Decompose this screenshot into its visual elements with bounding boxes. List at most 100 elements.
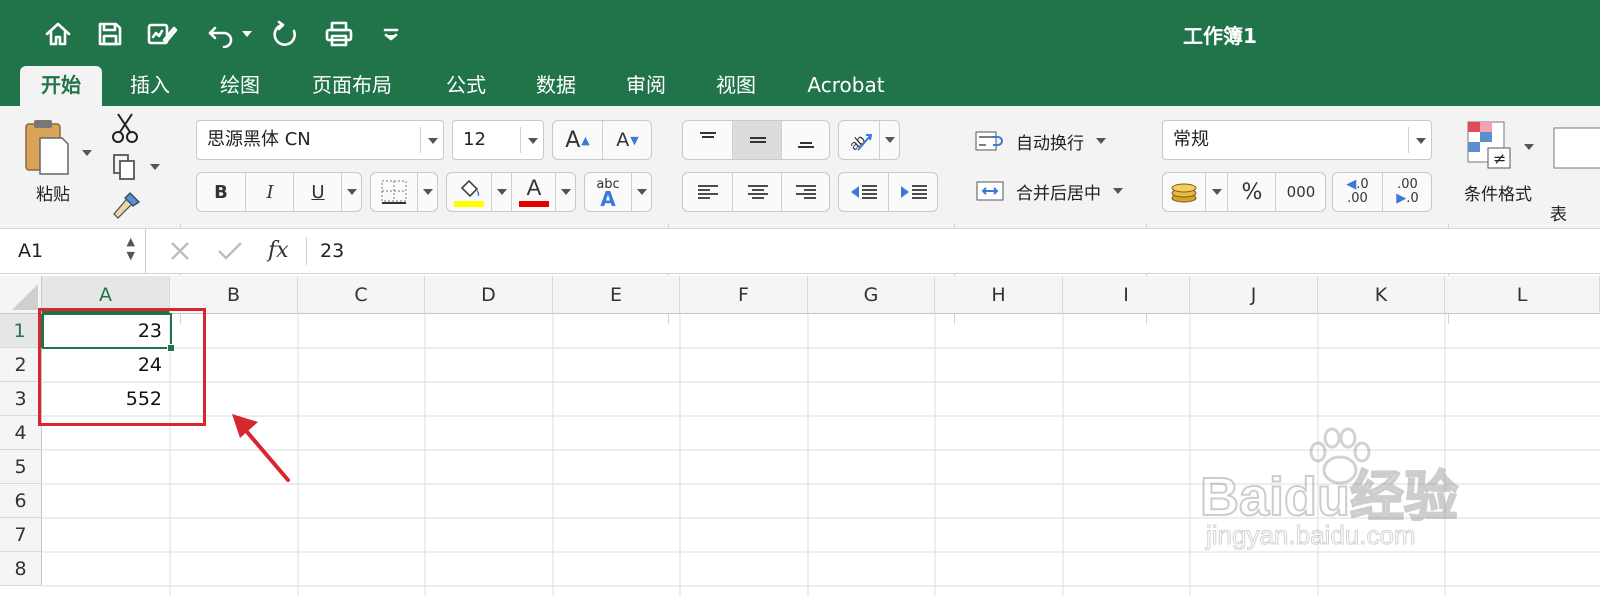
print-icon[interactable]	[320, 16, 358, 52]
formula-input[interactable]: 23	[320, 229, 1580, 273]
vertical-align-group	[682, 120, 830, 160]
column-header-h[interactable]: H	[935, 276, 1063, 314]
align-right-icon[interactable]	[781, 173, 830, 211]
orientation-icon: ab	[839, 121, 879, 159]
decrease-decimal-button[interactable]: .00 ▶.0	[1382, 173, 1432, 211]
conditional-format-label: 条件格式	[1464, 185, 1532, 205]
row-header-3[interactable]: 3	[0, 382, 42, 416]
row-header-5[interactable]: 5	[0, 450, 42, 484]
horizontal-align-group	[682, 172, 830, 212]
column-header-l[interactable]: L	[1445, 276, 1600, 314]
edit-icon[interactable]	[142, 16, 182, 52]
redo-icon[interactable]	[266, 16, 304, 52]
worksheet-grid[interactable]: A B C D E F G H I J K L 1 2 3 4 5 6 7 8 …	[0, 276, 1600, 596]
decrease-font-size-button[interactable]: A ▼	[602, 121, 652, 159]
comma-style-button[interactable]: 000	[1275, 173, 1326, 211]
align-bottom-icon[interactable]	[781, 121, 830, 159]
column-header-f[interactable]: F	[680, 276, 808, 314]
increase-font-size-button[interactable]: A ▲	[553, 121, 602, 159]
format-as-table-icon[interactable]	[1552, 126, 1600, 170]
tab-view[interactable]: 视图	[704, 66, 768, 106]
tab-insert[interactable]: 插入	[118, 66, 182, 106]
chevron-down-icon[interactable]	[1205, 173, 1228, 211]
row-header-4[interactable]: 4	[0, 416, 42, 450]
paste-label: 粘贴	[36, 185, 70, 205]
chevron-down-icon[interactable]	[491, 173, 512, 211]
column-header-e[interactable]: E	[553, 276, 680, 314]
column-header-d[interactable]: D	[425, 276, 553, 314]
column-header-i[interactable]: I	[1063, 276, 1190, 314]
customize-icon[interactable]	[378, 16, 404, 52]
increase-decimal-a: .0	[1356, 177, 1369, 192]
tab-data[interactable]: 数据	[524, 66, 588, 106]
chevron-down-icon[interactable]	[631, 173, 652, 211]
tab-review[interactable]: 审阅	[614, 66, 678, 106]
row-header-1[interactable]: 1	[0, 314, 42, 348]
color-group: A	[446, 172, 576, 212]
underline-button[interactable]: U	[293, 173, 342, 211]
font-size-group: A ▲ A ▼	[552, 120, 652, 160]
merge-center-button[interactable]: 合并后居中	[974, 176, 1134, 206]
chevron-down-icon[interactable]	[520, 127, 543, 153]
highlight-box	[38, 308, 206, 426]
name-box-stepper-icon[interactable]: ▲ ▼	[127, 235, 135, 263]
row-header-8[interactable]: 8	[0, 552, 42, 586]
chevron-down-icon[interactable]	[555, 173, 576, 211]
tab-formulas[interactable]: 公式	[434, 66, 498, 106]
chevron-down-icon[interactable]	[1408, 127, 1431, 153]
increase-decimal-button[interactable]: ◀.0 .00	[1333, 173, 1382, 211]
number-format-select[interactable]: 常规	[1162, 120, 1432, 160]
paste-button[interactable]	[22, 116, 92, 180]
ribbon: 粘贴 思源黑体 CN 12 A ▲ A ▼ B I U A abc A ab 自…	[0, 106, 1600, 324]
wrap-text-button[interactable]: 自动换行	[974, 126, 1124, 156]
text-effects-button[interactable]: abc A	[584, 172, 652, 212]
formula-bar: A1 ▲ ▼ fx 23	[0, 229, 1600, 274]
home-icon[interactable]	[40, 16, 76, 52]
row-header-2[interactable]: 2	[0, 348, 42, 382]
italic-button[interactable]: I	[245, 173, 294, 211]
tab-draw[interactable]: 绘图	[208, 66, 272, 106]
row-header-6[interactable]: 6	[0, 484, 42, 518]
decrease-decimal-a: .00	[1397, 177, 1418, 192]
tab-acrobat[interactable]: Acrobat	[794, 66, 898, 106]
bold-button[interactable]: B	[197, 173, 245, 211]
align-middle-icon[interactable]	[732, 121, 782, 159]
underline-dropdown[interactable]	[341, 173, 362, 211]
select-all-corner[interactable]	[0, 276, 42, 314]
name-box[interactable]: A1 ▲ ▼	[0, 229, 146, 273]
chevron-down-icon[interactable]	[420, 127, 443, 153]
align-center-icon[interactable]	[732, 173, 782, 211]
chevron-down-icon[interactable]	[879, 121, 900, 159]
font-name-value: 思源黑体 CN	[207, 129, 311, 150]
column-header-g[interactable]: G	[808, 276, 935, 314]
confirm-icon[interactable]	[216, 239, 244, 263]
chevron-down-icon[interactable]	[417, 173, 438, 211]
decrease-indent-icon[interactable]	[839, 173, 888, 211]
tab-page-layout[interactable]: 页面布局	[298, 66, 406, 106]
decrease-decimal-b: .0	[1406, 191, 1419, 206]
cut-icon[interactable]	[110, 112, 140, 144]
font-color-button[interactable]: A	[511, 173, 556, 211]
save-icon[interactable]	[92, 16, 128, 52]
accounting-icon[interactable]	[1163, 173, 1205, 211]
percent-button[interactable]: %	[1227, 173, 1276, 211]
cancel-icon[interactable]	[168, 239, 192, 263]
font-size-select[interactable]: 12	[452, 120, 544, 160]
column-header-j[interactable]: J	[1190, 276, 1318, 314]
conditional-format-button[interactable]: ≠	[1466, 120, 1536, 174]
orientation-button[interactable]: ab	[838, 120, 900, 160]
font-name-select[interactable]: 思源黑体 CN	[196, 120, 444, 160]
undo-icon[interactable]	[198, 16, 254, 52]
insert-function-button[interactable]: fx	[268, 235, 298, 267]
borders-button[interactable]	[370, 172, 438, 212]
row-header-7[interactable]: 7	[0, 518, 42, 552]
copy-icon[interactable]	[110, 152, 164, 182]
fill-color-button[interactable]	[447, 173, 491, 211]
align-top-icon[interactable]	[683, 121, 732, 159]
column-header-c[interactable]: C	[298, 276, 425, 314]
align-left-icon[interactable]	[683, 173, 732, 211]
format-painter-icon[interactable]	[110, 190, 142, 220]
column-header-k[interactable]: K	[1318, 276, 1445, 314]
tab-home[interactable]: 开始	[20, 66, 102, 106]
increase-indent-icon[interactable]	[888, 173, 938, 211]
